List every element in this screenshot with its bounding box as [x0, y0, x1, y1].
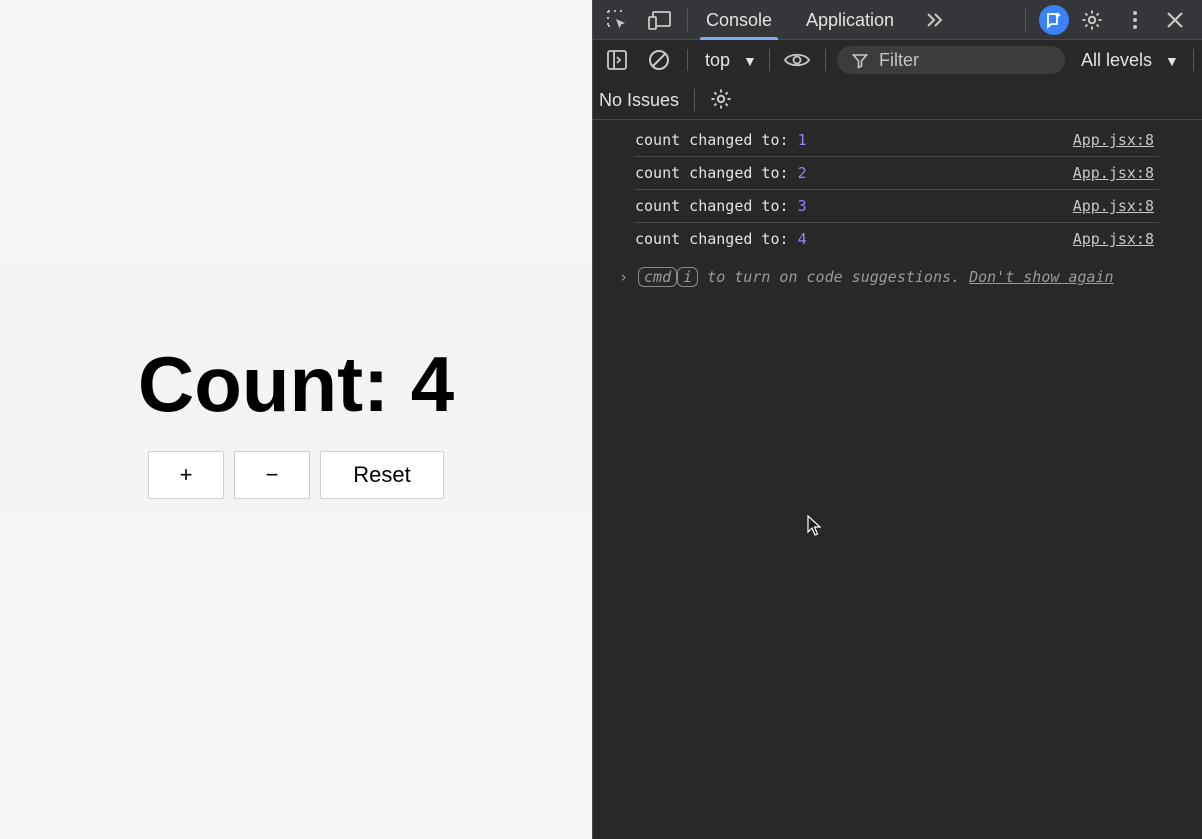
issues-count[interactable]: No Issues: [599, 90, 679, 111]
log-text: count changed to:: [635, 197, 798, 215]
console-settings-gear-icon[interactable]: [709, 87, 733, 111]
devtools-tabbar: Console Application: [593, 0, 1202, 40]
console-log-row: count changed to: 1 App.jsx:8: [635, 124, 1159, 157]
devtools-panel: Console Application top ▼ Filter All lev…: [592, 0, 1202, 839]
mouse-pointer-icon: [807, 514, 822, 542]
toolbar-divider: [769, 49, 770, 71]
tab-application[interactable]: Application: [806, 0, 894, 40]
clear-console-icon[interactable]: [647, 48, 671, 72]
log-levels-dropdown[interactable]: All levels ▼: [1081, 50, 1179, 71]
count-heading: Count: 4: [137, 340, 455, 428]
filter-input[interactable]: Filter: [837, 46, 1065, 74]
close-icon[interactable]: [1163, 8, 1187, 32]
toolbar-divider: [687, 49, 688, 71]
hint-text: to turn on code suggestions.: [698, 268, 970, 286]
app-viewport: Count: 4 + − Reset: [0, 0, 592, 839]
filter-placeholder: Filter: [879, 50, 919, 70]
log-value: 4: [797, 230, 807, 248]
more-options-icon[interactable]: [1123, 8, 1147, 32]
decrement-button[interactable]: −: [234, 451, 310, 499]
settings-gear-icon[interactable]: [1080, 8, 1104, 32]
log-levels-label: All levels: [1081, 50, 1153, 70]
log-message: count changed to: 3: [635, 197, 807, 215]
tab-console[interactable]: Console: [699, 0, 779, 40]
log-value: 3: [797, 197, 807, 215]
reset-button[interactable]: Reset: [320, 451, 444, 499]
console-log-row: count changed to: 2 App.jsx:8: [635, 157, 1159, 190]
console-log-row: count changed to: 4 App.jsx:8: [635, 223, 1159, 256]
increment-button[interactable]: +: [148, 451, 224, 499]
chevron-down-icon: ▼: [1165, 53, 1179, 69]
live-expression-eye-icon[interactable]: [783, 48, 811, 72]
device-toolbar-icon[interactable]: [647, 8, 673, 32]
log-value: 1: [797, 131, 807, 149]
inspect-element-icon[interactable]: [605, 8, 629, 32]
ai-assistance-icon[interactable]: [1039, 5, 1069, 35]
dont-show-again-link[interactable]: Don't show again: [969, 268, 1114, 286]
chevron-right-icon: ›: [619, 268, 629, 286]
log-text: count changed to:: [635, 230, 798, 248]
console-prompt-hint[interactable]: › cmd i to turn on code suggestions. Don't…: [619, 266, 1159, 288]
chevron-down-icon: ▼: [743, 53, 757, 69]
log-message: count changed to: 4: [635, 230, 807, 248]
log-source-link[interactable]: App.jsx:8: [1073, 197, 1154, 215]
context-label: top: [705, 50, 731, 70]
log-text: count changed to:: [635, 131, 798, 149]
issues-divider: [694, 89, 695, 111]
log-message: count changed to: 2: [635, 164, 807, 182]
toolbar-divider: [1193, 49, 1194, 71]
log-message: count changed to: 1: [635, 131, 807, 149]
log-source-link[interactable]: App.jsx:8: [1073, 131, 1154, 149]
tab-divider: [1025, 9, 1026, 31]
context-selector[interactable]: top ▼: [705, 50, 757, 71]
log-source-link[interactable]: App.jsx:8: [1073, 230, 1154, 248]
sidebar-toggle-icon[interactable]: [605, 48, 629, 72]
filter-funnel-icon: [851, 52, 869, 70]
cmd-key-badge: cmd: [638, 267, 678, 287]
log-value: 2: [797, 164, 807, 182]
tab-divider: [687, 9, 688, 31]
i-key-badge: i: [677, 267, 699, 287]
toolbar-divider: [825, 49, 826, 71]
console-log-row: count changed to: 3 App.jsx:8: [635, 190, 1159, 223]
more-tabs-icon[interactable]: [923, 8, 947, 32]
log-source-link[interactable]: App.jsx:8: [1073, 164, 1154, 182]
log-text: count changed to:: [635, 164, 798, 182]
issues-bar: No Issues: [593, 80, 1202, 120]
